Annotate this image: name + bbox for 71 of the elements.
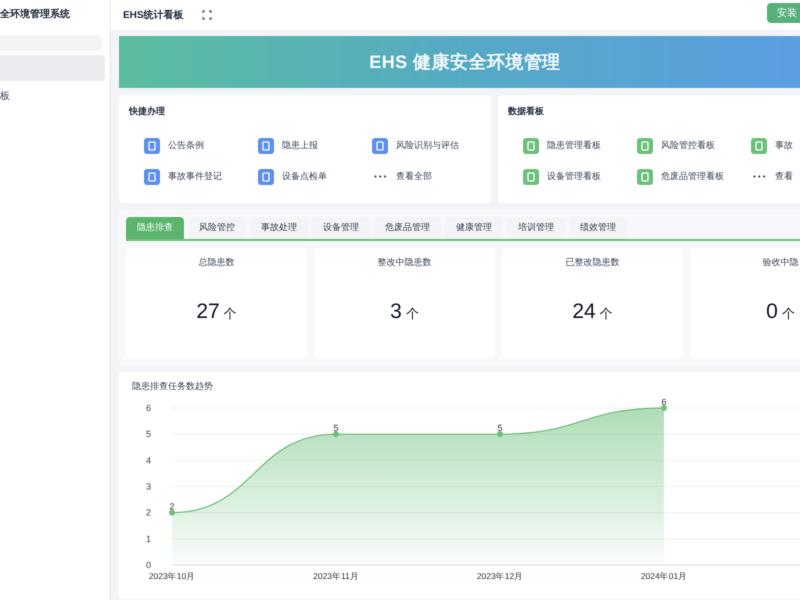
y-tick-label: 5 (146, 429, 151, 440)
clipboard-icon (637, 168, 653, 184)
clipboard-icon (523, 138, 539, 154)
x-axis-label: 2023年10月 (148, 571, 196, 581)
data-label: 5 (498, 423, 502, 434)
sidebar-item[interactable]: 板 (0, 83, 105, 109)
tab[interactable]: 健康管理 (445, 217, 503, 239)
tab[interactable]: 绩效管理 (569, 217, 627, 239)
stat-value: 3 (390, 298, 402, 324)
y-tick-label: 0 (146, 560, 151, 570)
shortcut-link[interactable]: 公告条例 (168, 138, 204, 152)
y-tick-label: 1 (146, 534, 151, 544)
data-label: 5 (334, 423, 338, 434)
clipboard-icon (523, 168, 539, 184)
data-point (497, 431, 503, 438)
x-axis-label: 2024年01月 (640, 571, 688, 581)
tab[interactable]: 设备管理 (312, 217, 370, 239)
data-point (661, 405, 667, 411)
y-tick-label: 2 (146, 508, 151, 518)
app-title: 全环境管理系统 (0, 7, 71, 22)
panel-title: 快捷办理 (129, 105, 166, 118)
tab[interactable]: 危废品管理 (374, 217, 441, 239)
clipboard-icon (751, 138, 767, 154)
panel-title: 数据看板 (508, 105, 545, 118)
shortcut-link[interactable]: 设备管理看板 (547, 170, 601, 184)
shortcut-link[interactable]: 事故 (775, 138, 793, 152)
data-label: 2 (170, 502, 174, 512)
more-icon (753, 175, 765, 178)
stat-value: 24 (572, 298, 596, 324)
stat-label: 已整改隐患数 (566, 256, 620, 269)
clipboard-icon (144, 138, 160, 154)
data-point (169, 510, 175, 516)
clipboard-icon (144, 168, 160, 184)
chart-title: 隐患排查任务数趋势 (132, 380, 213, 393)
shortcut-link[interactable]: 隐患上报 (282, 138, 318, 152)
tab[interactable]: 培训管理 (507, 217, 565, 239)
clipboard-icon (258, 168, 274, 184)
x-axis-label: 2023年12月 (476, 571, 524, 581)
stat-unit: 个 (406, 304, 419, 322)
tab[interactable]: 风险管控 (188, 217, 246, 239)
fullscreen-icon[interactable] (202, 10, 212, 20)
stat-unit: 个 (782, 304, 795, 322)
more-icon (374, 175, 386, 178)
stat-label: 验收中隐 (762, 256, 798, 269)
clipboard-icon (372, 138, 388, 154)
stat-unit: 个 (224, 304, 237, 322)
shortcut-link[interactable]: 设备点检单 (282, 170, 327, 184)
shortcut-link[interactable]: 风险识别与评估 (396, 138, 459, 152)
view-all-link[interactable]: 查看全部 (396, 170, 432, 184)
clipboard-icon (258, 138, 274, 154)
x-axis-label: 2023年11月 (313, 571, 359, 581)
chart-card: 隐患排查任务数趋势 0 1 2 3 4 5 6 2 2023年10月 5 2023年11月 5 2023年12月 6 2024年01月 (119, 372, 800, 599)
y-tick-label: 4 (146, 455, 151, 466)
data-label: 6 (662, 397, 666, 407)
stat-value: 0 (766, 298, 778, 324)
stat-value: 27 (196, 298, 220, 324)
stat-label: 总隐患数 (198, 256, 234, 269)
page-title: EHS统计看板 (123, 8, 184, 22)
stat-unit: 个 (600, 304, 613, 322)
y-tick-label: 3 (146, 482, 151, 492)
shortcut-link[interactable]: 危废品管理看板 (661, 170, 724, 184)
shortcut-link[interactable]: 事故事件登记 (168, 170, 222, 184)
view-all-link[interactable]: 查看 (775, 170, 793, 184)
y-tick-label: 6 (146, 403, 151, 413)
shortcut-link[interactable]: 隐患管理看板 (547, 138, 601, 152)
banner-title: EHS 健康安全环境管理 (369, 50, 561, 74)
clipboard-icon (637, 138, 653, 154)
shortcut-link[interactable]: 风险管控看板 (661, 138, 715, 152)
stat-label: 整改中隐患数 (378, 256, 432, 269)
data-point (333, 431, 339, 438)
tab[interactable]: 事故处理 (250, 217, 308, 239)
